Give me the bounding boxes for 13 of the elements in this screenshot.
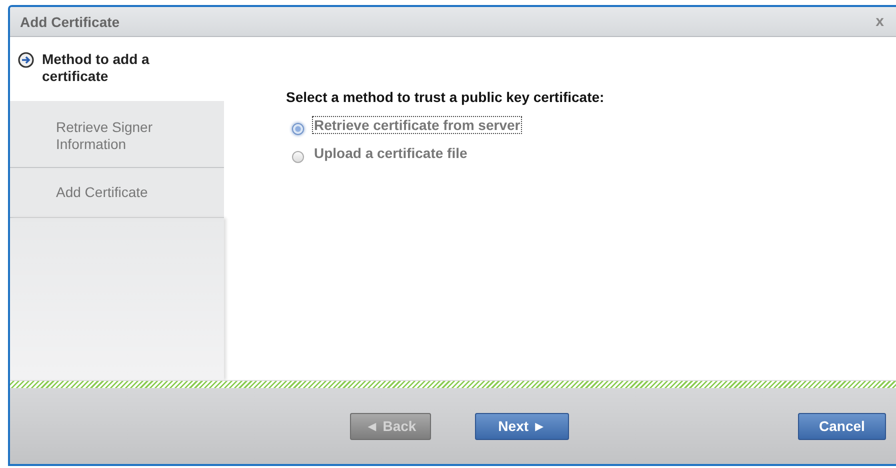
wizard-button[interactable]: Next ► xyxy=(475,412,570,440)
radio-button[interactable] xyxy=(292,123,304,135)
radio-button[interactable] xyxy=(292,151,304,163)
radio-option[interactable]: Retrieve certificate from server xyxy=(292,115,896,135)
wizard-step[interactable]: Add Certificate xyxy=(10,168,224,218)
window-title: Add Certificate xyxy=(20,14,120,30)
wizard-button[interactable]: Cancel xyxy=(798,412,886,440)
option-label: Retrieve certificate from server xyxy=(312,116,522,134)
radio-option[interactable]: Upload a certificate file xyxy=(292,143,896,163)
close-button[interactable]: x xyxy=(874,13,886,30)
wizard-step[interactable]: Retrieve Signer Information xyxy=(10,101,224,168)
prompt-text: Select a method to trust a public key certificate: xyxy=(286,89,606,105)
option-label: Upload a certificate file xyxy=(313,144,468,162)
